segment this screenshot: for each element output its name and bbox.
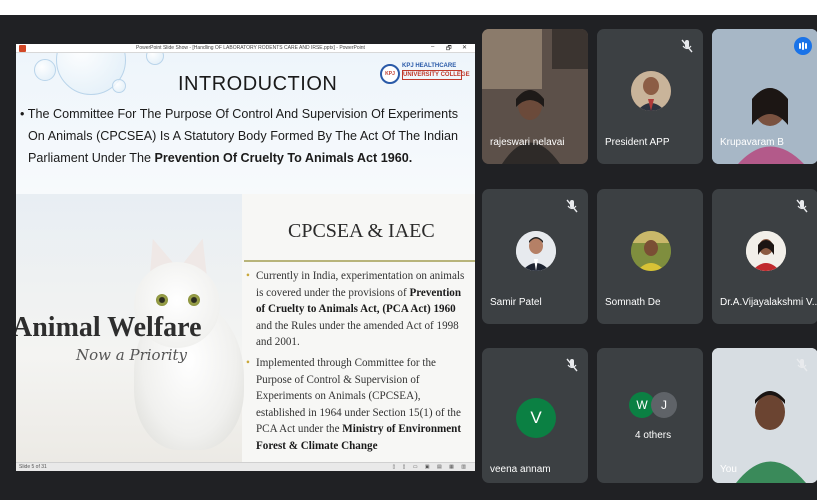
participant-name: You <box>720 464 737 475</box>
slide-cpcsea-section: Animal Welfare Now a Priority CPCSEA & I… <box>16 194 475 462</box>
participant-name: Somnath De <box>605 297 661 308</box>
view-buttons[interactable]: ▯ ▯ ▭ ▣ ▤ ▦ ▥ <box>393 464 469 470</box>
bullet-item: Implemented through Committee for the Pu… <box>242 355 470 455</box>
participant-tile[interactable]: V veena annam <box>482 348 588 483</box>
avatar <box>631 231 671 271</box>
avatar <box>516 231 556 271</box>
self-tile[interactable]: You <box>712 348 817 483</box>
mic-off-icon <box>796 358 808 372</box>
participant-tile[interactable]: Dr.A.Vijayalakshmi V... <box>712 189 817 324</box>
others-count: 4 others <box>635 430 672 441</box>
participant-name: Dr.A.Vijayalakshmi V... <box>720 297 817 308</box>
mic-off-icon <box>566 199 578 213</box>
slide-indicator: Slide 5 of 31 <box>19 464 47 470</box>
cpcsea-bullets: Currently in India, experimentation on a… <box>242 268 470 459</box>
participant-name: President APP <box>605 137 670 148</box>
kpj-emblem-icon: KPJ <box>380 64 400 84</box>
participant-tile[interactable]: Samir Patel <box>482 189 588 324</box>
participant-name: veena annam <box>490 464 551 475</box>
bubble-decoration <box>146 53 164 65</box>
college-logo: KPJ KPJ HEALTHCARE UNIVERSITY COLLEGE <box>380 59 470 89</box>
avatar: J <box>651 392 677 418</box>
mic-off-icon <box>796 199 808 213</box>
others-tile[interactable]: W J 4 others <box>597 348 703 483</box>
mic-off-icon <box>681 39 693 53</box>
bullet-item: Currently in India, experimentation on a… <box>242 268 470 351</box>
participant-tile[interactable]: Krupavaram B <box>712 29 817 164</box>
window-title: PowerPoint Slide Show - [Handling OF LAB… <box>136 45 365 51</box>
intro-text-bold: Prevention Of Cruelty To Animals Act 196… <box>154 151 413 165</box>
bubble-decoration <box>34 59 56 81</box>
powerpoint-icon <box>19 45 26 52</box>
mic-off-icon <box>566 358 578 372</box>
powerpoint-titlebar: PowerPoint Slide Show - [Handling OF LAB… <box>16 44 475 53</box>
title-divider <box>244 260 475 262</box>
logo-line2: UNIVERSITY COLLEGE <box>402 70 470 80</box>
participant-name: Krupavaram B <box>720 137 784 148</box>
cat-eye <box>156 294 168 306</box>
screen: PowerPoint Slide Show - [Handling OF LAB… <box>0 0 817 500</box>
welfare-subtitle: Now a Priority <box>76 346 188 364</box>
cat-image: Animal Welfare Now a Priority <box>16 194 244 462</box>
welfare-title: Animal Welfare <box>16 312 202 343</box>
minimize-button[interactable]: – <box>431 44 434 50</box>
cpcsea-title: CPCSEA & IAEC <box>288 220 435 242</box>
avatar: V <box>516 398 556 438</box>
bubble-decoration <box>112 79 126 93</box>
slide-intro-section: INTRODUCTION KPJ KPJ HEALTHCARE UNIVERSI… <box>16 53 475 194</box>
close-button[interactable]: ✕ <box>462 44 467 51</box>
slide-title: INTRODUCTION <box>178 73 338 95</box>
avatar <box>631 71 671 111</box>
meeting-window: PowerPoint Slide Show - [Handling OF LAB… <box>0 15 817 500</box>
cat-eye <box>188 294 200 306</box>
participant-tile[interactable]: Somnath De <box>597 189 703 324</box>
powerpoint-statusbar: Slide 5 of 31 ▯ ▯ ▭ ▣ ▤ ▦ ▥ <box>16 462 475 471</box>
shared-screen: PowerPoint Slide Show - [Handling OF LAB… <box>16 44 475 471</box>
participant-name: Samir Patel <box>490 297 542 308</box>
participant-tile[interactable]: President APP <box>597 29 703 164</box>
intro-paragraph: • The Committee For The Purpose Of Contr… <box>20 107 458 165</box>
logo-line1: KPJ HEALTHCARE <box>402 63 457 69</box>
participant-tile[interactable]: rajeswari nelavai <box>482 29 588 164</box>
participant-name: rajeswari nelavai <box>490 137 565 148</box>
speaking-indicator-icon <box>794 37 812 55</box>
avatar <box>746 231 786 271</box>
